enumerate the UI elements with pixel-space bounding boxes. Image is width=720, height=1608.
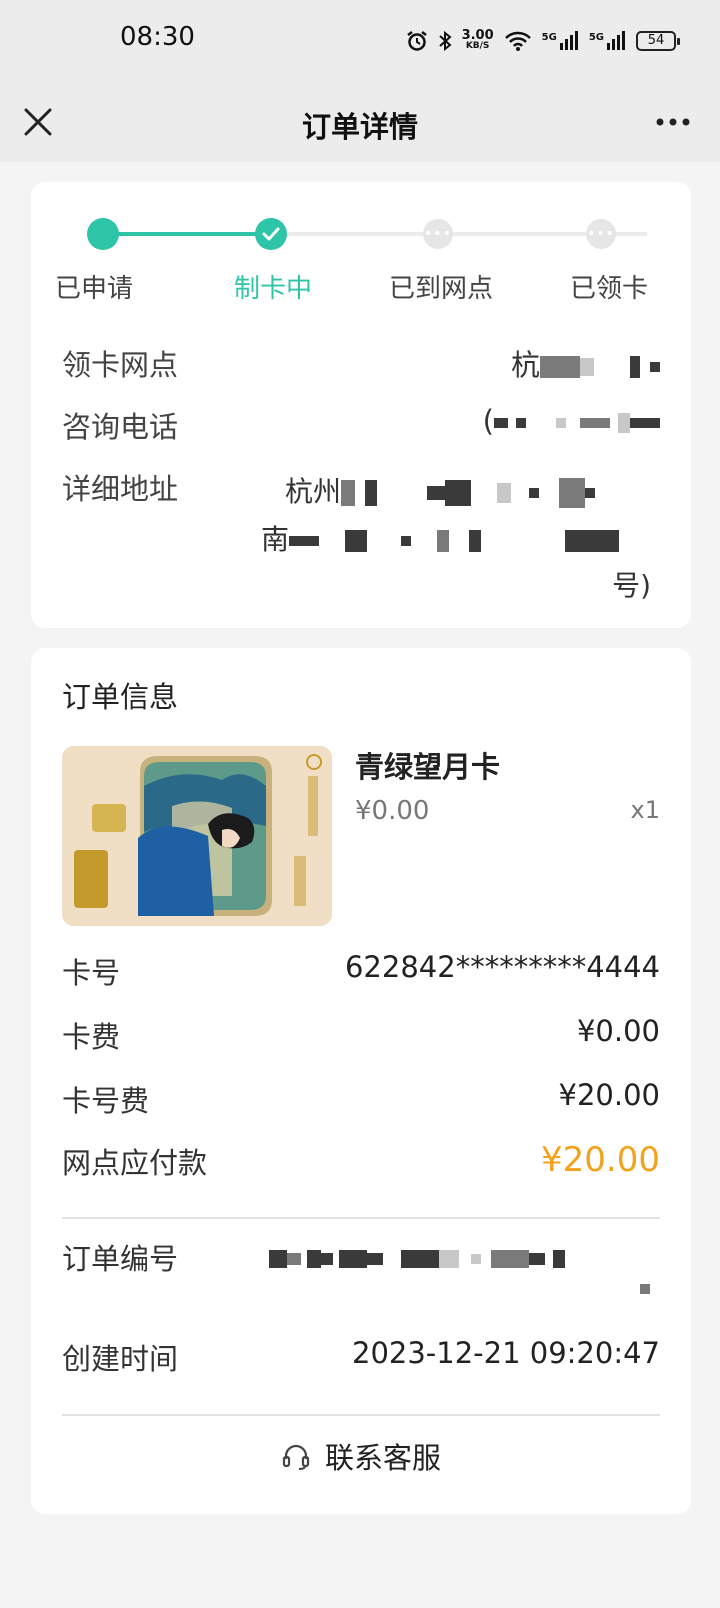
signal-1: 5G (542, 31, 579, 51)
fee-row: 卡号费 ¥20.00 (62, 1078, 660, 1118)
step-dot-applied (87, 218, 119, 250)
network-speed: 3.00 KB/S (461, 28, 494, 51)
pending-dots-icon: ••• (587, 226, 615, 242)
fee-row: 卡号 622842*********4444 (62, 950, 660, 990)
branch-value: 杭 (511, 342, 660, 384)
bank-card-image (62, 746, 332, 926)
order-card: 订单信息 青绿望月卡 ¥0.00 x1 卡号 622842*********44… (31, 648, 691, 1514)
phone-label: 咨询电话 (62, 410, 179, 444)
created-row: 创建时间 2023-12-21 09:20:47 (62, 1336, 660, 1376)
step-dot-collected: ••• (586, 219, 616, 249)
pay-amount-row: 网点应付款 ¥20.00 (62, 1140, 660, 1186)
branch-row: 领卡网点 杭 (62, 342, 660, 382)
customer-service-label: 联系客服 (324, 1441, 441, 1475)
signal-icon (559, 31, 578, 50)
page-title: 订单详情 (301, 110, 418, 144)
step-label-applied: 已申请 (55, 274, 134, 304)
divider (62, 1217, 660, 1219)
status-icons: 3.00 KB/S 5G 5G 54 (406, 24, 680, 58)
step-dot-making (255, 218, 287, 250)
section-title: 订单信息 (62, 680, 179, 714)
step-label-arrived: 已到网点 (389, 274, 494, 304)
pay-amount: ¥20.00 (541, 1140, 660, 1180)
fee-row: 卡费 ¥0.00 (62, 1014, 660, 1054)
step-dot-arrived: ••• (423, 219, 453, 249)
bluetooth-icon (438, 30, 452, 52)
check-icon (262, 227, 280, 241)
pay-label: 网点应付款 (62, 1146, 208, 1180)
product-qty: x1 (630, 796, 660, 824)
battery-indicator: 54 (636, 31, 680, 51)
signal-icon (607, 31, 625, 50)
phone-row: 咨询电话 ( (62, 404, 660, 444)
status-time: 08:30 (120, 22, 195, 52)
status-bar: 08:30 3.00 KB/S 5G 5G 54 (0, 0, 720, 84)
step-label-collected: 已领卡 (570, 274, 649, 304)
headset-icon (282, 1444, 310, 1470)
address-label: 详细地址 (62, 472, 179, 506)
signal-2: 5G (589, 31, 626, 51)
product-price: ¥0.00 (355, 796, 430, 826)
branch-label: 领卡网点 (62, 348, 179, 382)
pending-dots-icon: ••• (424, 226, 452, 242)
wifi-icon (504, 30, 532, 52)
alarm-icon (406, 30, 428, 52)
order-no-value (269, 1248, 565, 1268)
created-label: 创建时间 (62, 1342, 179, 1376)
divider (62, 1414, 660, 1416)
more-icon[interactable] (652, 112, 694, 132)
step-label-making: 制卡中 (234, 274, 313, 304)
nav-bar: 订单详情 (0, 84, 720, 162)
created-value: 2023-12-21 09:20:47 (352, 1336, 660, 1370)
customer-service-button[interactable]: 联系客服 (31, 1428, 691, 1484)
phone-value: ( (483, 404, 660, 438)
order-no-label: 订单编号 (62, 1242, 179, 1276)
product-name: 青绿望月卡 (355, 750, 501, 784)
pickup-card: ••• ••• 已申请 制卡中 已到网点 已领卡 领卡网点 杭 咨询电话 ( 详… (31, 182, 691, 628)
